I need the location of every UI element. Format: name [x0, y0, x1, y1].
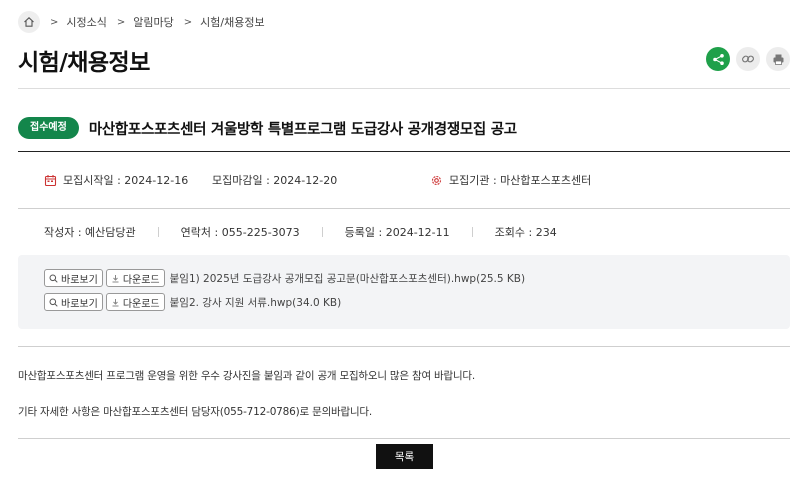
attachment-name[interactable]: 붙임2. 강사 지원 서류.hwp(34.0 KB)	[170, 295, 342, 310]
view-button[interactable]: 바로보기	[44, 293, 103, 311]
gear-icon	[430, 174, 443, 187]
link-icon[interactable]	[736, 47, 760, 71]
view-button-label: 바로보기	[61, 274, 98, 286]
print-icon[interactable]	[766, 47, 790, 71]
recruit-start-date: 모집시작일 : 2024-12-16	[63, 174, 189, 187]
chevron-right-icon: >	[116, 16, 126, 28]
home-icon[interactable]	[18, 11, 40, 33]
registered-date: 등록일 : 2024-12-11	[344, 226, 450, 239]
attachments-box: 바로보기 다운로드 붙임1) 2025년 도급강사 공개모집 공고문(마산합포스…	[18, 255, 790, 329]
page-title: 시험/채용정보	[18, 50, 150, 76]
attachment-name[interactable]: 붙임1) 2025년 도급강사 공개모집 공고문(마산합포스포츠센터).hwp(…	[170, 271, 525, 286]
info-org: 모집기관 : 마산합포스포츠센터	[430, 170, 591, 190]
download-button-label: 다운로드	[122, 274, 160, 286]
breadcrumb-item-notice[interactable]: 알림마당	[133, 14, 173, 30]
author: 작성자 : 예산담당관	[44, 226, 136, 239]
download-button[interactable]: 다운로드	[105, 293, 165, 311]
divider	[18, 346, 790, 347]
page-actions	[706, 47, 790, 71]
meta-separator	[321, 227, 323, 237]
divider	[18, 88, 790, 89]
post-body-paragraph: 기타 자세한 사항은 마산합포스포츠센터 담당자(055-712-0786)로 …	[18, 406, 373, 418]
info-end: 모집마감일 : 2024-12-20	[212, 170, 337, 190]
recruit-end-date: 모집마감일 : 2024-12-20	[212, 174, 338, 187]
view-button-label: 바로보기	[61, 298, 98, 310]
chevron-right-icon: >	[183, 16, 193, 28]
download-button[interactable]: 다운로드	[105, 269, 165, 287]
contact: 연락처 : 055-225-3073	[180, 226, 300, 239]
meta-separator	[157, 227, 159, 237]
download-icon	[112, 274, 119, 282]
breadcrumb: > 시정소식 > 알림마당 > 시험/채용정보	[18, 11, 265, 33]
status-badge: 접수예정	[18, 117, 79, 139]
download-button-label: 다운로드	[122, 298, 160, 310]
download-icon	[112, 298, 119, 306]
search-icon	[49, 298, 58, 307]
attachment-row: 바로보기 다운로드 붙임1) 2025년 도급강사 공개모집 공고문(마산합포스…	[44, 269, 525, 287]
post-body-paragraph: 마산합포스포츠센터 프로그램 운영을 위한 우수 강사진을 붙임과 같이 공개 …	[18, 370, 476, 382]
share-icon[interactable]	[706, 47, 730, 71]
chevron-right-icon: >	[50, 16, 59, 28]
post-meta: 작성자 : 예산담당관 연락처 : 055-225-3073 등록일 : 202…	[44, 223, 557, 241]
breadcrumb-item-news[interactable]: 시정소식	[66, 14, 106, 30]
breadcrumb-item-current[interactable]: 시험/채용정보	[200, 14, 264, 30]
post-header: 접수예정 마산합포스포츠센터 겨울방학 특별프로그램 도급강사 공개경쟁모집 공…	[18, 117, 517, 139]
meta-separator	[471, 227, 473, 237]
info-start: 모집시작일 : 2024-12-16	[44, 170, 188, 190]
search-icon	[49, 274, 58, 283]
post-title: 마산합포스포츠센터 겨울방학 특별프로그램 도급강사 공개경쟁모집 공고	[88, 121, 517, 138]
divider	[18, 208, 790, 209]
calendar-icon	[44, 174, 57, 187]
divider	[18, 438, 790, 439]
divider	[18, 151, 790, 152]
recruit-organization: 모집기관 : 마산합포스포츠센터	[449, 174, 592, 187]
view-button[interactable]: 바로보기	[44, 269, 103, 287]
list-button[interactable]: 목록	[376, 444, 433, 469]
attachment-row: 바로보기 다운로드 붙임2. 강사 지원 서류.hwp(34.0 KB)	[44, 293, 341, 311]
view-count: 조회수 : 234	[494, 226, 557, 239]
